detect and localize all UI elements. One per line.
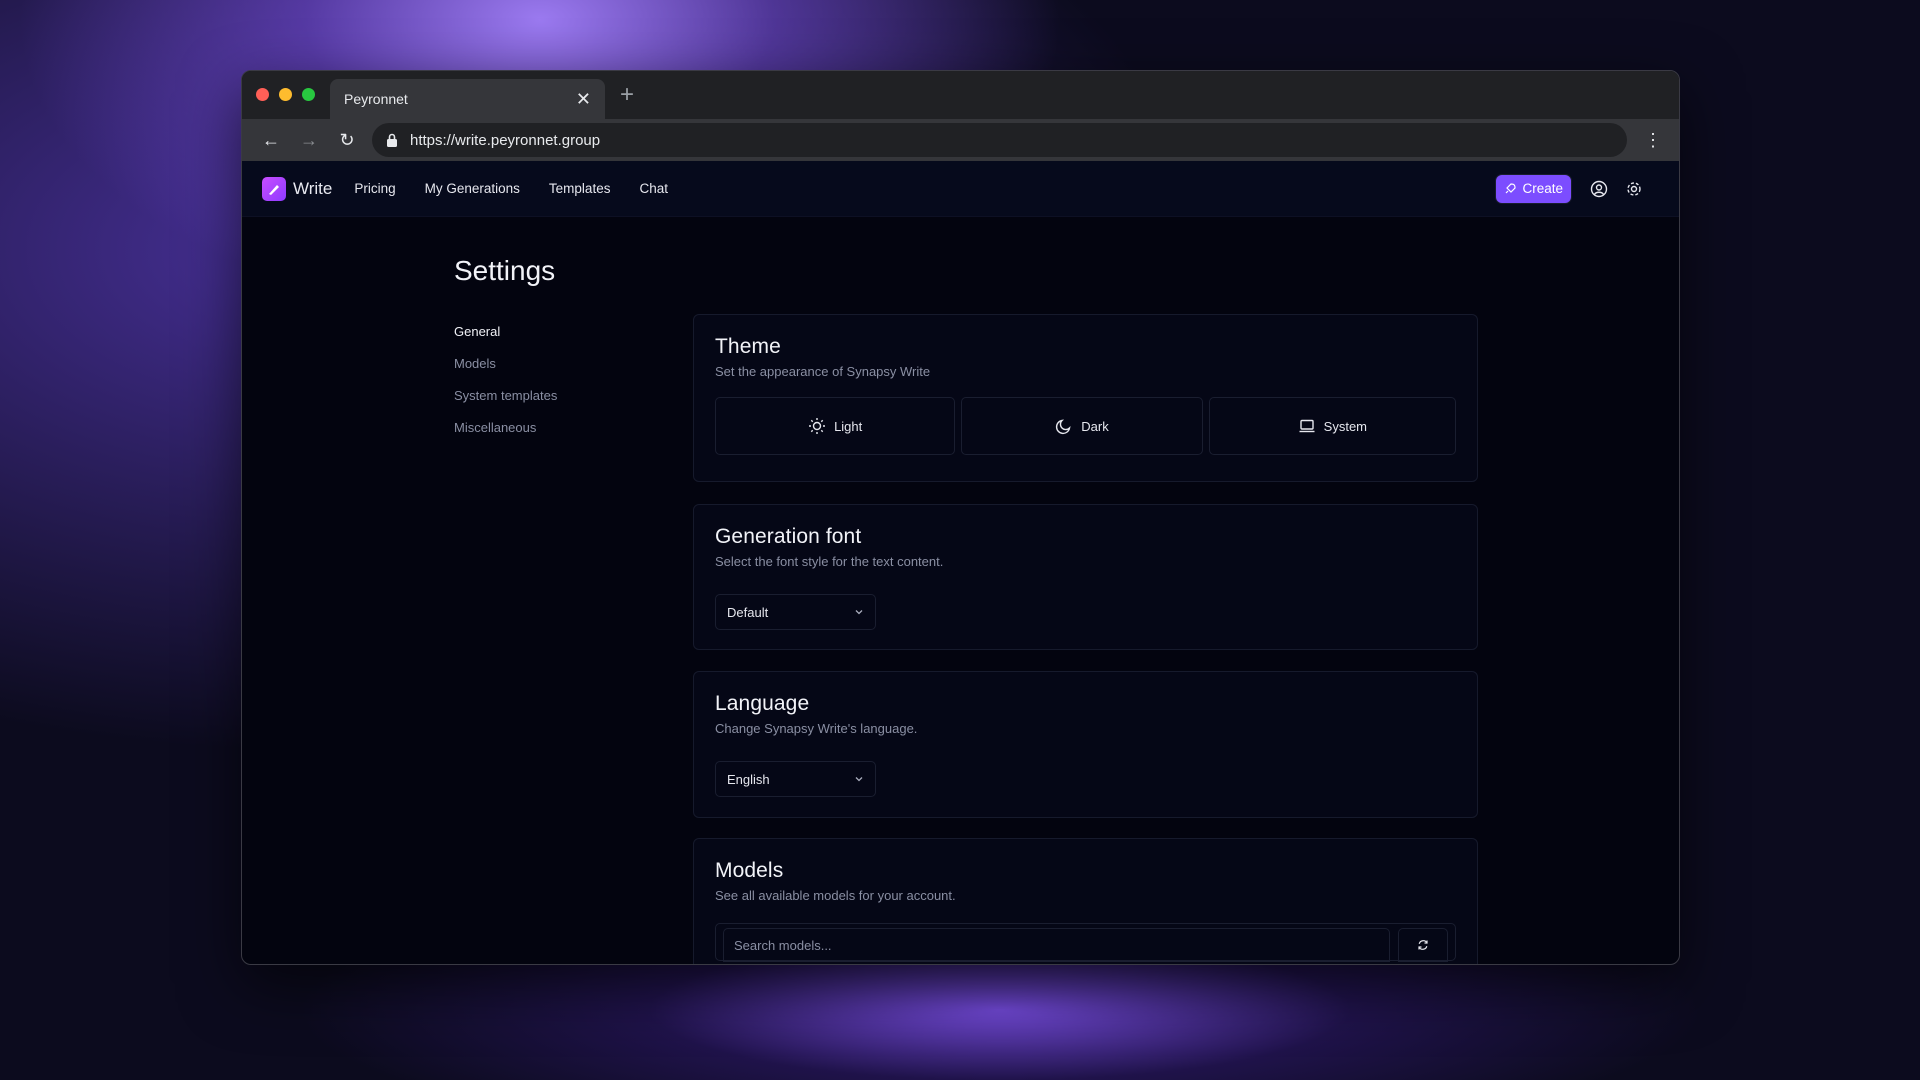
reload-icon[interactable]: ↻ [328,130,366,151]
account-icon[interactable] [1589,179,1609,199]
tab-bar: Peyronnet ✕ + [242,71,1679,119]
address-bar[interactable]: https://write.peyronnet.group [372,123,1627,157]
nav-link-my-generations[interactable]: My Generations [425,181,520,196]
sidenav-item-general[interactable]: General [454,324,557,339]
theme-option-label: Dark [1081,418,1109,434]
theme-option-label: System [1323,418,1368,434]
language-title: Language [715,692,810,715]
settings-page: Settings General Models System templates… [242,217,1679,964]
chevron-down-icon [855,610,863,615]
back-icon[interactable]: ← [252,130,290,151]
generation-font-description: Select the font style for the text conte… [715,554,944,569]
sidenav-item-miscellaneous[interactable]: Miscellaneous [454,420,557,435]
rocket-icon [1506,182,1517,193]
theme-option-dark[interactable]: Dark [961,397,1203,455]
generation-font-title: Generation font [715,525,862,548]
theme-option-system[interactable]: System [1208,397,1457,455]
nav-link-templates[interactable]: Templates [549,181,611,196]
forward-icon[interactable]: → [290,130,328,151]
models-description: See all available models for your accoun… [715,888,956,903]
theme-option-light[interactable]: Light [715,397,956,455]
language-description: Change Synapsy Write's language. [715,721,918,736]
browser-menu-icon[interactable]: ⋮ [1637,130,1669,151]
nav-link-pricing[interactable]: Pricing [354,181,395,196]
font-select[interactable]: Default [715,594,876,630]
browser-tab[interactable]: Peyronnet ✕ [330,79,605,119]
models-search-bar [715,923,1456,962]
window-controls [256,88,315,101]
create-button-label: Create [1522,181,1563,196]
models-card: Models See all available models for your… [693,838,1478,964]
refresh-models-button[interactable] [1398,928,1448,962]
theme-title: Theme [715,335,781,358]
new-tab-icon[interactable]: + [620,81,634,109]
url-text: https://write.peyronnet.group [410,131,601,149]
maximize-window-button[interactable] [302,88,315,101]
app-navbar: Write Pricing My Generations Templates C… [242,161,1679,217]
tab-title: Peyronnet [344,91,408,107]
create-button[interactable]: Create [1496,174,1571,203]
close-tab-icon[interactable]: ✕ [576,90,591,108]
settings-sidenav: General Models System templates Miscella… [454,324,557,452]
lock-icon [387,133,397,147]
language-select[interactable]: English [715,761,876,797]
laptop-icon [1299,419,1315,433]
generation-font-card: Generation font Select the font style fo… [693,504,1478,650]
nav-link-chat[interactable]: Chat [639,181,668,196]
browser-window: Peyronnet ✕ + ← → ↻ https://write.peyron… [241,70,1680,965]
browser-toolbar: ← → ↻ https://write.peyronnet.group ⋮ [242,119,1679,161]
gear-icon[interactable] [1624,179,1644,199]
theme-card: Theme Set the appearance of Synapsy Writ… [693,314,1478,482]
language-select-value: English [727,771,770,787]
close-window-button[interactable] [256,88,269,101]
models-title: Models [715,859,784,882]
search-models-input[interactable] [723,928,1390,962]
sun-icon [809,418,826,434]
brand-name[interactable]: Write [293,179,332,199]
chevron-down-icon [855,777,863,782]
minimize-window-button[interactable] [279,88,292,101]
sidenav-item-system-templates[interactable]: System templates [454,388,557,403]
theme-option-label: Light [834,418,863,434]
sidenav-item-models[interactable]: Models [454,356,557,371]
write-logo-icon[interactable] [262,176,286,201]
theme-description: Set the appearance of Synapsy Write [715,364,931,379]
moon-icon [1056,419,1071,435]
language-card: Language Change Synapsy Write's language… [693,671,1478,818]
page-title: Settings [454,255,556,286]
font-select-value: Default [727,604,769,620]
refresh-icon [1418,940,1428,950]
theme-options: Light Dark System [715,397,1457,455]
